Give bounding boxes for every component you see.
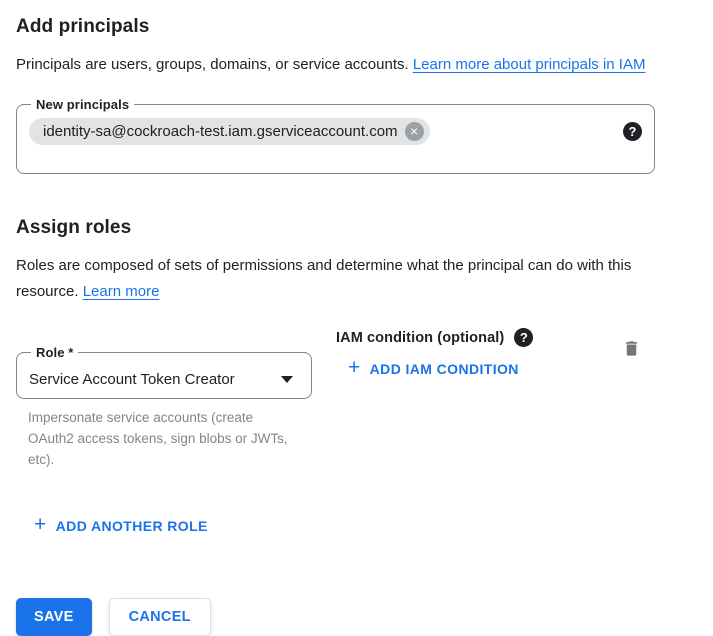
new-principals-field[interactable]: New principals identity-sa@cockroach-tes… — [16, 97, 655, 174]
iam-condition-label: IAM condition (optional) — [336, 330, 504, 346]
iam-condition-help-icon[interactable]: ? — [514, 328, 533, 347]
role-value-row: Service Account Token Creator — [29, 371, 299, 388]
principals-description: Principals are users, groups, domains, o… — [16, 52, 671, 78]
iam-condition-column: IAM condition (optional) ? + ADD IAM CON… — [336, 326, 533, 383]
assign-roles-title: Assign roles — [16, 217, 697, 239]
role-select[interactable]: Role * Service Account Token Creator — [16, 345, 312, 399]
role-selected-value: Service Account Token Creator — [29, 371, 235, 388]
principal-chip-label: identity-sa@cockroach-test.iam.gservicea… — [43, 123, 398, 140]
plus-icon: + — [34, 517, 47, 533]
learn-more-principals-link[interactable]: Learn more about principals in IAM — [413, 56, 646, 73]
role-column: Role * Service Account Token Creator Imp… — [16, 326, 312, 470]
delete-role-button[interactable] — [620, 337, 643, 360]
add-principals-title: Add principals — [16, 16, 697, 38]
principals-description-text: Principals are users, groups, domains, o… — [16, 56, 413, 73]
add-iam-condition-label: ADD IAM CONDITION — [370, 361, 519, 377]
iam-condition-label-row: IAM condition (optional) ? — [336, 328, 533, 347]
actions-row: SAVE CANCEL — [16, 598, 697, 636]
add-another-role-button[interactable]: + ADD ANOTHER ROLE — [26, 512, 216, 540]
trash-icon — [622, 339, 641, 358]
role-label: Role * — [31, 345, 78, 360]
principal-chip[interactable]: identity-sa@cockroach-test.iam.gservicea… — [29, 118, 430, 145]
dropdown-arrow-icon — [281, 376, 293, 383]
cancel-button[interactable]: CANCEL — [109, 598, 211, 636]
roles-description: Roles are composed of sets of permission… — [16, 253, 671, 305]
chip-remove-icon[interactable]: × — [405, 122, 424, 141]
role-row: Role * Service Account Token Creator Imp… — [16, 326, 697, 470]
principals-row: identity-sa@cockroach-test.iam.gservicea… — [29, 118, 642, 145]
role-helper-text: Impersonate service accounts (create OAu… — [28, 407, 298, 470]
save-button[interactable]: SAVE — [16, 598, 92, 636]
add-iam-condition-button[interactable]: + ADD IAM CONDITION — [340, 355, 527, 383]
plus-icon: + — [348, 360, 361, 376]
delete-role-column — [620, 326, 643, 363]
new-principals-label: New principals — [31, 97, 134, 112]
learn-more-roles-link[interactable]: Learn more — [83, 283, 160, 300]
help-icon[interactable]: ? — [623, 122, 642, 141]
add-another-role-label: ADD ANOTHER ROLE — [56, 518, 208, 534]
